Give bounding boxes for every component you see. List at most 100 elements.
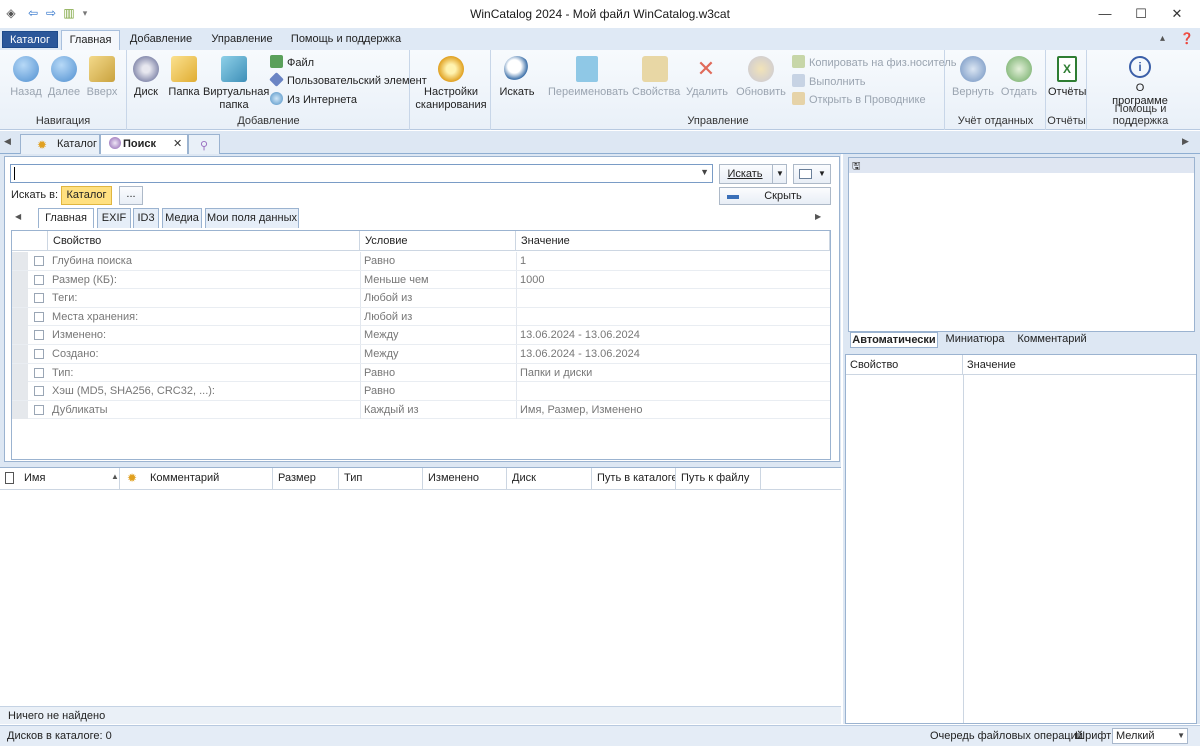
add-file-button[interactable]: Файл [270,55,314,71]
criteria-checkbox[interactable] [34,330,44,341]
col-item-value[interactable]: Значение [963,355,1196,375]
tab-home[interactable]: Главная [61,30,120,51]
doc-tab-catalog[interactable]: ✹ Каталог [20,134,100,154]
refresh-button[interactable]: Обновить [736,54,786,99]
forward-button[interactable]: Далее [46,54,82,99]
help-icon[interactable]: ❓ [1180,32,1194,45]
add-custom-element-button[interactable]: Пользовательский элемент [269,72,427,89]
tab-help[interactable]: Помощь и поддержка [288,30,404,50]
rating-column-icon[interactable]: ✹ [127,471,137,485]
criteria-checkbox[interactable] [34,311,44,322]
tabs-scroll-right-icon[interactable]: ▶ [1182,136,1189,147]
criteria-value[interactable]: Папки и диски [516,363,828,382]
criteria-value[interactable] [516,382,828,401]
close-button[interactable]: ✕ [1154,0,1200,28]
tab-catalog[interactable]: Каталог [2,31,58,48]
back-button[interactable]: Назад [8,54,44,99]
delete-button[interactable]: ✕ Удалить [686,54,728,99]
criteria-checkbox[interactable] [34,293,44,304]
search-button[interactable]: Искать [498,54,536,99]
subtab-id3[interactable]: ID3 [133,208,159,228]
preview-tab-thumbnail[interactable]: Миниатюра [940,332,1010,348]
col-name[interactable]: Имя [19,468,120,489]
subtab-custom-fields[interactable]: Мои поля данных [205,208,299,228]
criteria-value[interactable]: 13.06.2024 - 13.06.2024 [516,345,828,363]
tabs-scroll-left-icon[interactable]: ◀ [4,136,11,147]
criteria-condition[interactable]: Равно [360,363,516,382]
add-from-internet-button[interactable]: Из Интернета [270,92,357,108]
choose-scope-button[interactable]: ... [119,186,143,205]
add-virtual-folder-button[interactable]: Виртуальная папка [203,54,269,112]
give-button[interactable]: Отдать [998,54,1040,99]
criteria-condition[interactable]: Меньше чем [360,270,516,289]
criteria-value[interactable] [516,289,828,308]
col-disk[interactable]: Диск [507,468,592,489]
about-button[interactable]: i О программе [1108,54,1172,108]
col-size[interactable]: Размер [273,468,339,489]
rename-button[interactable]: Переименовать [548,54,629,99]
search-run-button[interactable]: Искать ▼ [719,164,787,184]
reports-button[interactable]: X Отчёты [1048,54,1086,99]
col-item-property[interactable]: Свойство [846,355,963,375]
criteria-value[interactable]: Имя, Размер, Изменено [516,400,828,419]
criteria-checkbox[interactable] [34,386,44,397]
criteria-checkbox[interactable] [34,256,44,266]
criteria-value[interactable]: 1 [516,252,828,270]
preview-tab-auto[interactable]: Автоматически [850,332,938,348]
criteria-row[interactable]: Тип: Равно Папки и диски [12,363,830,383]
criteria-condition[interactable]: Любой из [360,307,516,326]
return-button[interactable]: Вернуть [952,54,994,99]
col-property[interactable]: Свойство [48,231,360,251]
add-disk-button[interactable]: Диск [130,54,162,99]
subtab-exif[interactable]: EXIF [97,208,131,228]
subtab-main[interactable]: Главная [38,208,94,228]
properties-button[interactable]: Свойства [632,54,680,99]
criteria-condition[interactable]: Каждый из [360,400,516,419]
criteria-row[interactable]: Места хранения: Любой из [12,307,830,327]
subtabs-scroll-right-icon[interactable]: ▶ [815,212,821,221]
criteria-checkbox[interactable] [34,404,44,415]
criteria-row[interactable]: Изменено: Между 13.06.2024 - 13.06.2024 [12,326,830,345]
tab-manage[interactable]: Управление [206,30,278,50]
criteria-row[interactable]: Глубина поиска Равно 1 [12,252,830,271]
criteria-row[interactable]: Дубликаты Каждый из Имя, Размер, Изменено [12,400,830,420]
font-size-select[interactable]: Мелкий ▼ [1112,728,1188,744]
doc-tab-search[interactable]: Поиск ✕ [100,134,188,155]
criteria-condition[interactable]: Между [360,345,516,363]
up-button[interactable]: Вверх [84,54,120,99]
scan-settings-button[interactable]: Настройки сканирования [415,54,487,112]
ribbon-collapse-icon[interactable]: ▴ [1160,33,1165,44]
tab-add[interactable]: Добавление [124,30,198,50]
file-operations-queue[interactable]: Очередь файловых операций [930,726,1083,746]
criteria-row[interactable]: Создано: Между 13.06.2024 - 13.06.2024 [12,345,830,364]
close-tab-icon[interactable]: ✕ [173,135,182,154]
search-run-dropdown-icon[interactable]: ▼ [772,165,787,183]
query-dropdown-icon[interactable]: ▼ [700,167,709,177]
criteria-condition[interactable]: Равно [360,252,516,270]
search-scope-chip[interactable]: Каталог [61,186,112,205]
hide-button[interactable]: Скрыть [719,187,831,205]
col-file-path[interactable]: Путь к файлу [676,468,761,489]
file-type-column-icon[interactable] [5,472,14,484]
subtab-media[interactable]: Медиа [162,208,202,228]
col-type[interactable]: Тип [339,468,423,489]
criteria-row[interactable]: Хэш (MD5, SHA256, CRC32, ...): Равно [12,382,830,401]
criteria-value[interactable]: 13.06.2024 - 13.06.2024 [516,326,828,345]
copy-to-physical-button[interactable]: Копировать на физ.носитель [792,55,956,71]
criteria-row[interactable]: Теги: Любой из [12,289,830,308]
criteria-condition[interactable]: Между [360,326,516,345]
criteria-condition[interactable]: Равно [360,382,516,401]
execute-button[interactable]: Выполнить [792,74,865,90]
criteria-value[interactable] [516,307,828,326]
view-options-button[interactable]: ▼ [793,164,831,184]
col-catalog-path[interactable]: Путь в каталоге [592,468,676,489]
new-tab-button[interactable]: ⚲ [188,134,220,154]
criteria-checkbox[interactable] [34,367,44,378]
col-modified[interactable]: Изменено [423,468,507,489]
criteria-checkbox[interactable] [34,349,44,359]
col-value[interactable]: Значение [516,231,830,251]
preview-tab-comment[interactable]: Комментарий [1012,332,1092,348]
col-comment[interactable]: Комментарий [145,468,273,489]
subtabs-scroll-left-icon[interactable]: ◀ [15,212,21,221]
add-folder-button[interactable]: Папка [166,54,202,99]
